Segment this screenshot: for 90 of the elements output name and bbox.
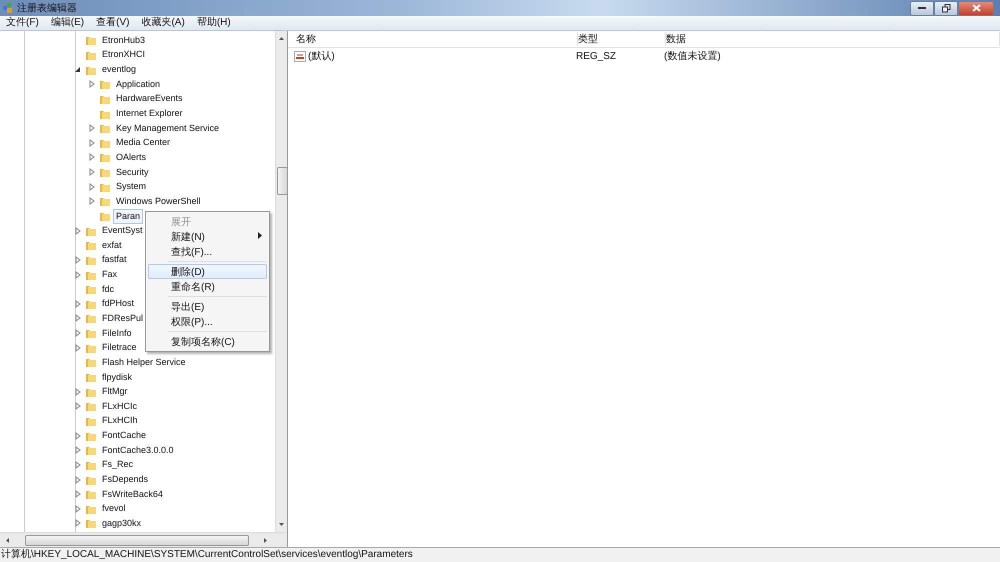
folder-icon [99,78,111,90]
expand-triangle-icon[interactable] [88,80,94,88]
tree-item[interactable]: FDResPul [99,311,146,326]
tree-item[interactable]: Internet Explorer [113,106,186,122]
tree-item[interactable]: System [113,179,150,194]
value-data: (数值未设置) [664,50,722,63]
folder-icon [85,356,97,368]
context-menu-item[interactable]: 权限(P)... [148,314,267,329]
horizontal-scrollbar[interactable] [0,532,287,547]
tree-item[interactable]: Flash Helper Service [99,354,189,370]
scrollbar-thumb[interactable] [24,534,248,546]
menu-item[interactable]: 查看(V) [90,16,136,30]
folder-icon [99,122,111,134]
scroll-right-arrow-icon[interactable] [262,536,269,544]
tree-item[interactable]: Application [113,76,164,92]
context-menu-item[interactable]: 导出(E) [148,299,267,314]
tree-item[interactable]: fdc [99,282,118,297]
column-header[interactable]: 名称 [296,32,578,46]
tree-item[interactable]: Fax [99,267,120,282]
context-menu-item[interactable]: 删除(D) [148,264,267,279]
scroll-down-arrow-icon[interactable] [278,521,285,528]
tree-item[interactable]: gagp30kx [99,516,144,531]
tree-item[interactable]: FontCache [99,428,150,444]
tree-item[interactable]: FsDepends [99,472,152,488]
tree-item[interactable]: Security [113,164,152,180]
scroll-left-arrow-icon[interactable] [4,536,11,544]
tree-item[interactable]: HardwareEvents [113,91,186,106]
restore-icon [942,4,950,12]
folder-icon [85,239,97,252]
folder-icon [85,327,97,340]
tree-item[interactable]: Fs_Rec [99,457,136,472]
scroll-up-arrow-icon[interactable] [278,35,285,42]
tree-item[interactable]: Windows PowerShell [113,194,204,209]
menu-item[interactable]: 文件(F) [0,16,45,30]
tree-item[interactable]: OAlerts [113,150,150,165]
context-menu-item[interactable]: 复制项名称(C) [148,334,267,349]
folder-icon [99,166,111,178]
folder-icon [85,312,97,324]
minimize-button[interactable] [910,0,934,16]
tree-item[interactable]: fvevol [99,501,129,516]
minimize-icon [918,6,926,10]
collapse-triangle-icon[interactable] [74,66,81,74]
restore-button[interactable] [934,0,958,16]
status-bar: 计算机\HKEY_LOCAL_MACHINE\SYSTEM\CurrentControlSet\services\eventlog\Parameters [0,547,1000,562]
vertical-scrollbar[interactable] [275,31,287,532]
folder-icon [85,400,97,412]
tree-item[interactable]: Media Center [113,135,174,150]
menu-item[interactable]: 收藏夹(A) [135,16,191,30]
context-menu-item[interactable]: 查找(F)... [148,244,267,259]
string-value-icon [294,50,306,62]
folder-icon [99,195,111,208]
folder-icon [85,34,97,46]
folder-icon [85,517,97,530]
window-title: 注册表编辑器 [17,2,77,15]
tree-item[interactable]: fdPHost [99,296,138,312]
tree-item[interactable]: FltMgr [99,384,130,400]
context-menu-item[interactable]: 新建(N) [148,229,267,244]
tree-item[interactable]: EventSyst [99,223,146,238]
menu-item[interactable]: 编辑(E) [44,16,90,30]
tree-item[interactable]: FsWriteBack64 [99,486,166,502]
tree-item[interactable]: eventlog [99,62,140,78]
column-header[interactable]: 类型 [578,32,666,46]
folder-icon [85,371,97,384]
tree-item[interactable]: FontCache3.0.0.0 [99,442,177,458]
value-type: REG_SZ [576,50,618,62]
folder-icon [99,210,111,222]
close-icon [972,4,980,12]
value-name[interactable]: (默认) [308,49,335,63]
scrollbar-thumb[interactable] [277,167,288,195]
expand-triangle-icon[interactable] [74,226,80,235]
tree-item[interactable]: fastfat [99,252,130,268]
tree-item[interactable]: EtronXHCI [99,47,148,62]
tree-item[interactable]: EtronHub3 [99,32,148,48]
tree-item[interactable]: flpydisk [99,370,136,385]
tree-item[interactable]: Paran [113,208,144,224]
column-header[interactable]: 数据 [666,32,1000,46]
tree-item[interactable]: Filetrace [99,340,140,356]
tree-item[interactable]: Key Management Service [113,120,222,136]
folder-icon [85,283,97,296]
folder-icon [85,444,97,456]
folder-icon [99,151,111,164]
tree-item[interactable]: FLxHCIh [99,413,141,428]
context-menu-item[interactable]: 重命名(R) [148,279,267,294]
menu-item[interactable]: 帮助(H) [190,16,237,30]
folder-icon [85,488,97,500]
tree-item[interactable]: FileInfo [99,326,135,341]
registry-editor-icon [2,2,14,14]
tree-item[interactable]: FLxHCIc [99,398,140,414]
close-button[interactable] [958,0,994,16]
tree-item[interactable]: exfat [99,238,125,253]
